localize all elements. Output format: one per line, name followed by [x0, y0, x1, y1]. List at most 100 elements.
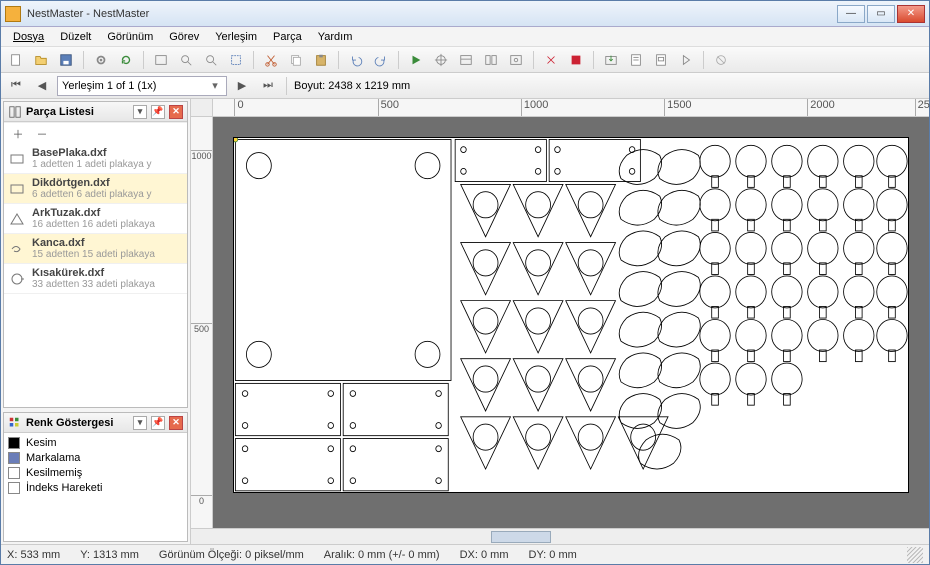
statusbar: X: 533 mm Y: 1313 mm Görünüm Ölçeği: 0 p…	[1, 544, 929, 564]
parts-list-item[interactable]: ArkTuzak.dxf16 adetten 16 adeti plakaya	[4, 204, 187, 234]
menu-dosya[interactable]: Dosya	[7, 29, 50, 45]
cut-icon[interactable]	[260, 49, 282, 71]
legend-panel: Renk Göstergesi ▾ 📌 ✕ KesimMarkalamaKesi…	[3, 412, 188, 542]
zoom-fit-icon[interactable]	[150, 49, 172, 71]
dropdown-arrow-icon: ▾	[208, 79, 222, 92]
part-name: ArkTuzak.dxf	[32, 207, 183, 219]
report2-icon[interactable]	[650, 49, 672, 71]
run-icon[interactable]	[675, 49, 697, 71]
legend-panel-icon	[8, 416, 22, 430]
nest-combo[interactable]: Yerleşim 1 of 1 (1x) ▾	[57, 76, 227, 96]
parts-toolbar: ＋ －	[4, 122, 187, 144]
canvas-area: 0500100015002000250 10005000	[191, 99, 929, 544]
parts-list-item[interactable]: Dikdörtgen.dxf6 adetten 6 adeti plakaya …	[4, 174, 187, 204]
remove-part-icon[interactable]: －	[31, 123, 53, 145]
legend-label: Kesim	[26, 437, 57, 449]
panel-menu-button[interactable]: ▾	[133, 105, 147, 119]
legend-row: Kesilmemiş	[8, 467, 183, 479]
legend-label: Markalama	[26, 452, 80, 464]
next-icon[interactable]: ▶	[231, 75, 253, 97]
menu-yerlesim[interactable]: Yerleşim	[209, 29, 263, 45]
sidebar: Parça Listesi ▾ 📌 ✕ ＋ － BasePlaka.dxf1 a…	[1, 99, 191, 544]
legend-panel-title: Renk Göstergesi	[26, 417, 113, 429]
panel-close-button[interactable]: ✕	[169, 105, 183, 119]
legend-list: Kesim Markalama Kesilmemiş İndeks Hareketi	[4, 433, 187, 498]
legend-label: Kesilmemiş	[26, 467, 82, 479]
panel-pin-button[interactable]: 📌	[151, 416, 165, 430]
status-gap: Aralık: 0 mm (+/- 0 mm)	[324, 549, 440, 561]
close-button[interactable]: ✕	[897, 5, 925, 23]
gear-icon[interactable]	[90, 49, 112, 71]
panel-menu-button[interactable]: ▾	[133, 416, 147, 430]
nest-combo-value: Yerleşim 1 of 1 (1x)	[62, 80, 156, 92]
select-icon[interactable]	[225, 49, 247, 71]
denied-icon[interactable]	[710, 49, 732, 71]
panel-pin-button[interactable]: 📌	[151, 105, 165, 119]
hook-icon	[8, 240, 26, 258]
open-icon[interactable]	[30, 49, 52, 71]
legend-swatch	[8, 467, 20, 479]
minimize-button[interactable]: —	[837, 5, 865, 23]
zoom-in-icon[interactable]	[175, 49, 197, 71]
sheet-icon[interactable]	[455, 49, 477, 71]
menu-parca[interactable]: Parça	[267, 29, 308, 45]
redo-icon[interactable]	[370, 49, 392, 71]
parts-icon[interactable]	[480, 49, 502, 71]
part-subtext: 16 adetten 16 adeti plakaya	[32, 219, 183, 230]
viewport[interactable]	[213, 117, 929, 528]
target-icon[interactable]	[430, 49, 452, 71]
legend-swatch	[8, 452, 20, 464]
maximize-button[interactable]: ▭	[867, 5, 895, 23]
legend-row: Markalama	[8, 452, 183, 464]
ruler-horizontal: 0500100015002000250	[213, 99, 929, 117]
menu-gorunum[interactable]: Görünüm	[101, 29, 159, 45]
new-icon[interactable]	[5, 49, 27, 71]
undo-icon[interactable]	[345, 49, 367, 71]
delete-icon[interactable]	[540, 49, 562, 71]
part-name: BasePlaka.dxf	[32, 147, 183, 159]
horizontal-scrollbar[interactable]	[191, 528, 929, 544]
part-subtext: 15 adetten 15 adeti plakaya	[32, 249, 183, 260]
copy-icon[interactable]	[285, 49, 307, 71]
parts-list-item[interactable]: BasePlaka.dxf1 adetten 1 adeti plakaya y	[4, 144, 187, 174]
play-icon[interactable]	[405, 49, 427, 71]
settings-icon[interactable]	[505, 49, 527, 71]
resize-grip[interactable]	[907, 547, 923, 563]
parts-list: BasePlaka.dxf1 adetten 1 adeti plakaya y…	[4, 144, 187, 407]
report1-icon[interactable]	[625, 49, 647, 71]
save-icon[interactable]	[55, 49, 77, 71]
refresh-icon[interactable]	[115, 49, 137, 71]
stop-icon[interactable]	[565, 49, 587, 71]
sheet-size-label: Boyut: 2438 x 1219 mm	[294, 80, 410, 92]
parts-list-item[interactable]: Kısakürek.dxf33 adetten 33 adeti plakaya	[4, 264, 187, 294]
nestbar: ⏮ ◀ Yerleşim 1 of 1 (1x) ▾ ▶ ⏭ Boyut: 24…	[1, 73, 929, 99]
prev-icon[interactable]: ◀	[31, 75, 53, 97]
circle-icon	[8, 270, 26, 288]
parts-panel-title: Parça Listesi	[26, 106, 94, 118]
export-icon[interactable]	[600, 49, 622, 71]
app-window: NestMaster - NestMaster — ▭ ✕ Dosya Düze…	[0, 0, 930, 565]
parts-list-item[interactable]: Kanca.dxf15 adetten 15 adeti plakaya	[4, 234, 187, 264]
ruler-corner	[191, 99, 213, 117]
first-icon[interactable]: ⏮	[5, 75, 27, 97]
ruler-vertical: 10005000	[191, 117, 213, 528]
add-part-icon[interactable]: ＋	[7, 123, 29, 145]
legend-swatch	[8, 437, 20, 449]
zoom-out-icon[interactable]	[200, 49, 222, 71]
scrollbar-thumb[interactable]	[491, 531, 551, 543]
panel-close-button[interactable]: ✕	[169, 416, 183, 430]
menu-duzelt[interactable]: Düzelt	[54, 29, 97, 45]
last-icon[interactable]: ⏭	[257, 75, 279, 97]
part-subtext: 33 adetten 33 adeti plakaya	[32, 279, 183, 290]
part-subtext: 6 adetten 6 adeti plakaya y	[32, 189, 183, 200]
legend-panel-header: Renk Göstergesi ▾ 📌 ✕	[4, 413, 187, 433]
status-scale: Görünüm Ölçeği: 0 piksel/mm	[159, 549, 304, 561]
menu-gorev[interactable]: Görev	[163, 29, 205, 45]
paste-icon[interactable]	[310, 49, 332, 71]
status-x: X: 533 mm	[7, 549, 60, 561]
nest-sheet[interactable]	[233, 137, 909, 493]
parts-panel-icon	[8, 105, 22, 119]
legend-row: İndeks Hareketi	[8, 482, 183, 494]
menu-yardim[interactable]: Yardım	[312, 29, 359, 45]
legend-row: Kesim	[8, 437, 183, 449]
